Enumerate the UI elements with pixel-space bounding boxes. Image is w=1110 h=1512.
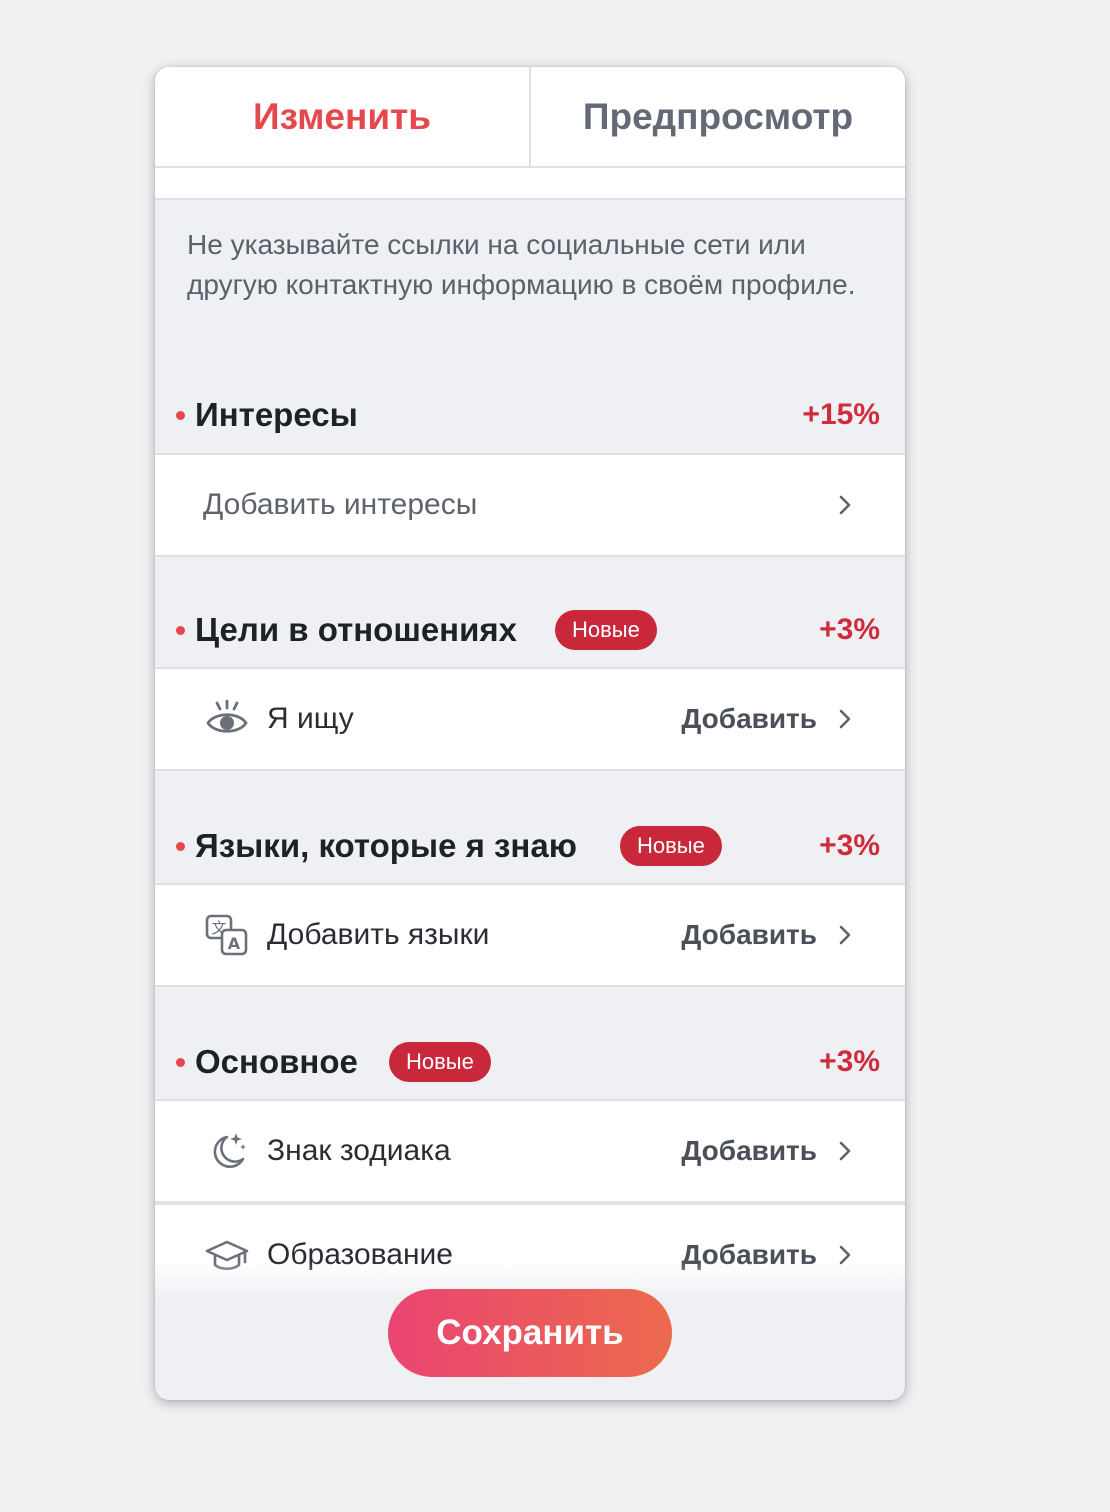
eye-icon — [206, 699, 248, 733]
section-header-basics: Основное Новые +3% — [155, 1037, 905, 1087]
percent-bonus: +3% — [819, 829, 880, 862]
required-dot — [176, 1057, 185, 1067]
new-badge: Новые — [555, 610, 657, 650]
required-dot — [176, 410, 185, 420]
percent-bonus: +3% — [819, 1045, 880, 1078]
tab-bar: Изменить Предпросмотр — [155, 67, 905, 168]
row-label: Добавить языки — [267, 918, 490, 951]
new-badge: Новые — [389, 1042, 491, 1082]
row-label: Я ищу — [267, 702, 354, 735]
section-title: Языки, которые я знаю — [195, 827, 577, 864]
moon-stars-icon — [213, 1133, 246, 1169]
chevron-right-icon — [839, 709, 851, 729]
section-title: Основное — [195, 1043, 358, 1080]
required-dot — [176, 841, 185, 851]
translate-icon: 文 A — [205, 914, 248, 956]
percent-bonus: +15% — [802, 398, 880, 431]
save-button[interactable]: Сохранить — [388, 1289, 672, 1377]
chevron-right-icon — [839, 1141, 851, 1161]
section-header-languages: Языки, которые я знаю Новые +3% — [155, 821, 905, 871]
contact-info-notice: Не указывайте ссылки на социальные сети … — [187, 229, 856, 300]
add-button[interactable]: Добавить — [681, 919, 817, 951]
row-label: Знак зодиака — [267, 1134, 451, 1167]
tab-preview[interactable]: Предпросмотр — [529, 67, 905, 166]
chevron-right-icon — [839, 495, 851, 515]
looking-for-row[interactable]: Я ищу Добавить — [155, 667, 905, 771]
section-header-interests: Интересы +15% — [155, 390, 905, 440]
tab-edit[interactable]: Изменить — [155, 67, 529, 166]
add-interests-row[interactable]: Добавить интересы — [155, 453, 905, 557]
profile-edit-card: Изменить Предпросмотр Не указывайте ссыл… — [155, 67, 905, 1400]
svg-text:A: A — [228, 934, 241, 953]
section-title: Цели в отношениях — [195, 611, 518, 648]
section-title: Интересы — [195, 396, 358, 433]
percent-bonus: +3% — [819, 613, 880, 646]
add-button[interactable]: Добавить — [681, 1135, 817, 1167]
required-dot — [176, 625, 185, 635]
new-badge: Новые — [620, 826, 722, 866]
add-button[interactable]: Добавить — [681, 703, 817, 735]
zodiac-row[interactable]: Знак зодиака Добавить — [155, 1099, 905, 1203]
row-label: Добавить интересы — [203, 488, 478, 521]
chevron-right-icon — [839, 925, 851, 945]
add-languages-row[interactable]: 文 A Добавить языки Добавить — [155, 883, 905, 987]
section-header-goals: Цели в отношениях Новые +3% — [155, 605, 905, 655]
previous-section-edge — [155, 168, 905, 200]
